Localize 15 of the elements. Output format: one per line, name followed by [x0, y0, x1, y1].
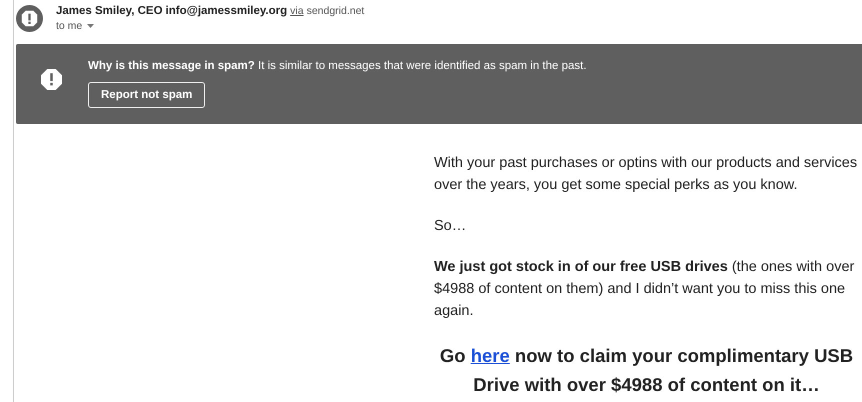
- warning-icon: [41, 68, 62, 90]
- here-link[interactable]: here: [470, 345, 510, 366]
- sender-name: James Smiley, CEO: [56, 5, 163, 17]
- call-to-action-headline: Go here now to claim your complimentary USB Drive with over $4988 of content on it…: [438, 344, 854, 397]
- caret-icon: [87, 24, 94, 28]
- body-paragraph: With your past purchases or optins with our products and services over the years, you get some special perks as you know.: [434, 154, 858, 195]
- sender-email: info@jamessmiley.org: [166, 5, 288, 17]
- body-paragraph: So…: [434, 217, 468, 236]
- body-paragraph: We just got stock in of our free USB drives (the ones with over $4988 of content on them) and I didn’t want you to miss this one again.: [434, 258, 856, 321]
- recipient-dropdown[interactable]: to me: [56, 20, 94, 32]
- alert-avatar-icon: [16, 5, 43, 32]
- sender-domain: sendgrid.net: [306, 5, 364, 17]
- spam-explanation: Why is this message in spam? It is similar to messages that were identified as spam in the past.: [88, 60, 587, 72]
- report-not-spam-button[interactable]: Report not spam: [88, 82, 206, 108]
- via-link[interactable]: via: [290, 5, 304, 17]
